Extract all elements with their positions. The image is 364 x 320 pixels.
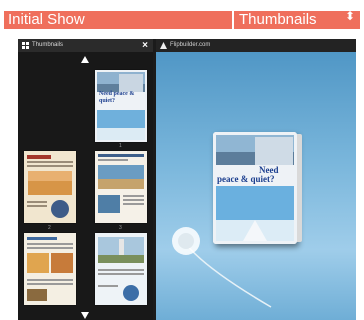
thumbnail-panel-title: Thumbnails [32, 42, 64, 48]
thumbnail-page-5-art [95, 233, 147, 305]
thumbnail-page-4[interactable] [24, 233, 76, 305]
thumbnail-headline: Need peace & quiet? [99, 91, 135, 104]
setting-label: Initial Show [4, 11, 232, 29]
flipbook-viewer: Flipbuilder.com Need peace & quiet? [156, 39, 356, 320]
grid-icon [22, 42, 29, 49]
thumbnail-page-3-art [95, 151, 147, 223]
thumbnail-page-2[interactable] [24, 151, 76, 223]
thumbnail-page-2-art [24, 151, 76, 223]
thumbnail-page-5[interactable] [95, 233, 147, 305]
close-icon[interactable]: × [142, 39, 148, 52]
setting-row: Initial Show Thumbnails ⬍ [0, 0, 364, 29]
thumbnail-page-1[interactable]: Need peace & quiet? [95, 70, 147, 142]
next-page-handle[interactable] [297, 134, 302, 242]
thumbnail-panel: Thumbnails × Need peace & quiet? 1 2 3 [18, 39, 153, 320]
thumbnail-number: 3 [119, 225, 122, 231]
scroll-down-arrow-icon[interactable] [81, 312, 89, 319]
thumbnail-page-1-art [95, 70, 147, 142]
setting-value: Thumbnails [239, 11, 317, 28]
thumbnail-page-4-art [24, 233, 76, 305]
logo-icon [160, 42, 167, 49]
thumbnail-page-3[interactable] [95, 151, 147, 223]
viewer-title: Flipbuilder.com [170, 42, 211, 48]
viewer-header: Flipbuilder.com [156, 39, 356, 52]
thumbnail-number: 1 [119, 143, 122, 149]
preview-window: Thumbnails × Need peace & quiet? 1 2 3 F… [18, 39, 356, 320]
thumbnail-panel-header: Thumbnails × [18, 39, 153, 52]
flipbook-cover[interactable]: Need peace & quiet? [213, 132, 297, 244]
scroll-up-arrow-icon[interactable] [81, 56, 89, 63]
thumbnail-number: 2 [48, 225, 51, 231]
flipbook-cover-art [213, 132, 297, 244]
setting-value-select[interactable]: Thumbnails ⬍ [234, 10, 360, 29]
updown-arrows-icon[interactable]: ⬍ [345, 10, 355, 22]
cover-headline-line-2: peace & quiet? [217, 174, 275, 184]
